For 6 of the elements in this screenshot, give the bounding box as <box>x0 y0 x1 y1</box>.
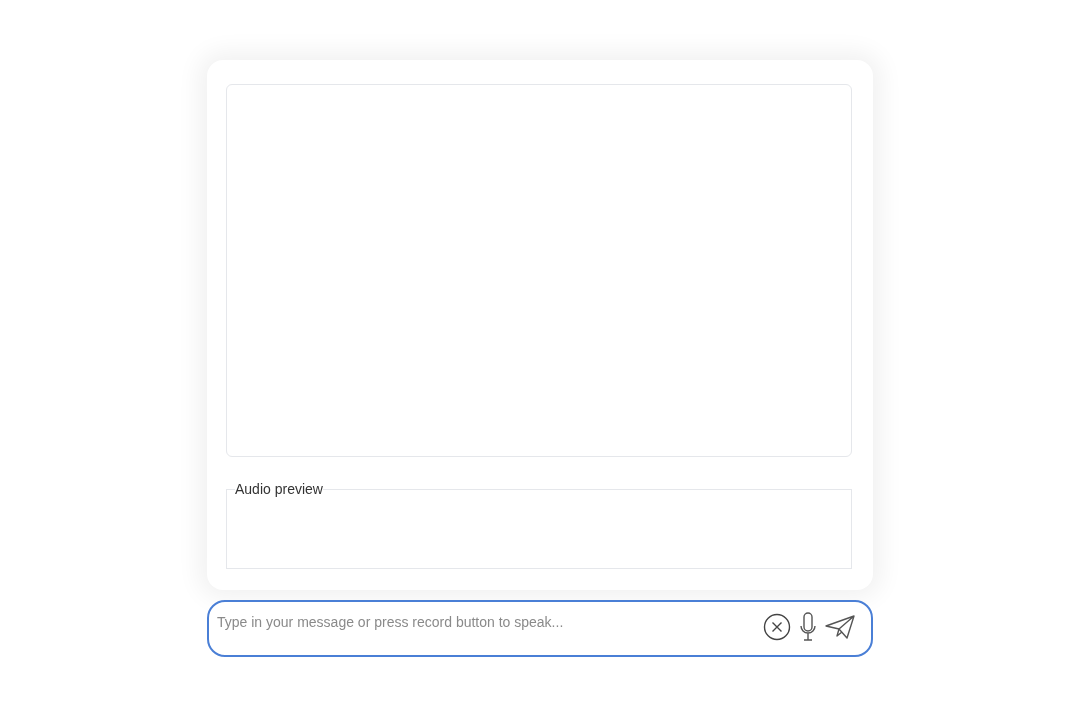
audio-preview-label: Audio preview <box>235 480 323 499</box>
clear-icon[interactable] <box>763 613 791 641</box>
send-icon[interactable] <box>825 615 855 639</box>
message-input-bar[interactable]: Type in your message or press record button to speak... <box>207 600 873 657</box>
microphone-icon[interactable] <box>799 612 817 642</box>
message-input[interactable]: Type in your message or press record button to speak... <box>217 612 755 632</box>
